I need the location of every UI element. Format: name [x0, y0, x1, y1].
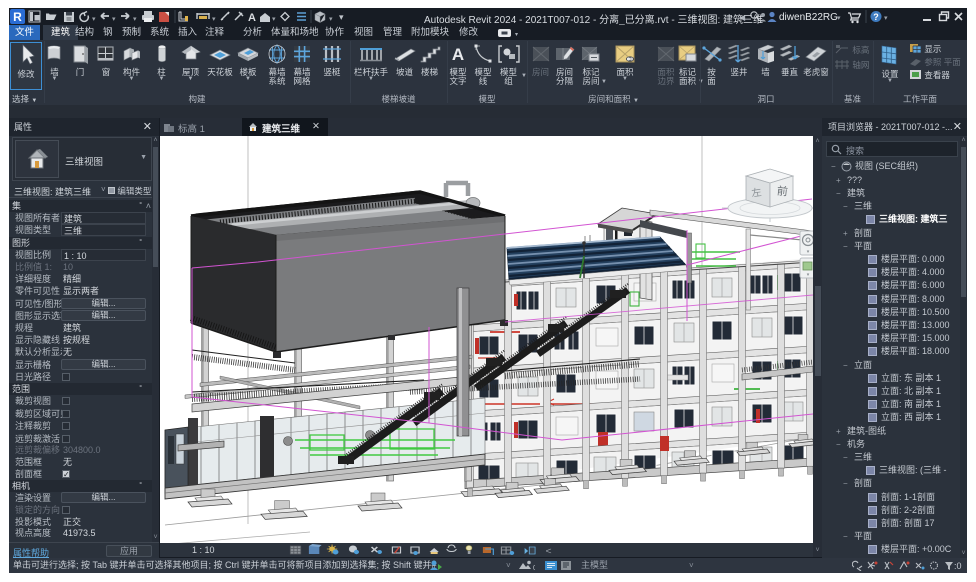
- svg-text::0: :0: [954, 561, 962, 571]
- svg-text:A: A: [452, 45, 464, 64]
- svg-text:A: A: [248, 12, 256, 24]
- svg-text:前: 前: [776, 183, 788, 198]
- svg-text:▾: ▾: [515, 32, 518, 38]
- svg-text:R: R: [13, 10, 22, 24]
- svg-text:<: <: [546, 547, 552, 556]
- svg-text:▾: ▾: [272, 16, 276, 23]
- svg-text:▾: ▾: [339, 12, 344, 22]
- svg-text:diwenB22RG: diwenB22RG: [779, 12, 838, 23]
- svg-text:?: ?: [873, 12, 879, 22]
- svg-text:▾: ▾: [837, 15, 841, 22]
- svg-text:▾: ▾: [884, 15, 888, 22]
- svg-text:▾: ▾: [212, 16, 216, 23]
- svg-text:▾: ▾: [92, 16, 96, 23]
- svg-text:▾: ▾: [329, 16, 333, 23]
- svg-text:▾: ▾: [133, 16, 137, 23]
- svg-text:0: 0: [533, 565, 535, 571]
- svg-text:▾: ▾: [112, 16, 116, 23]
